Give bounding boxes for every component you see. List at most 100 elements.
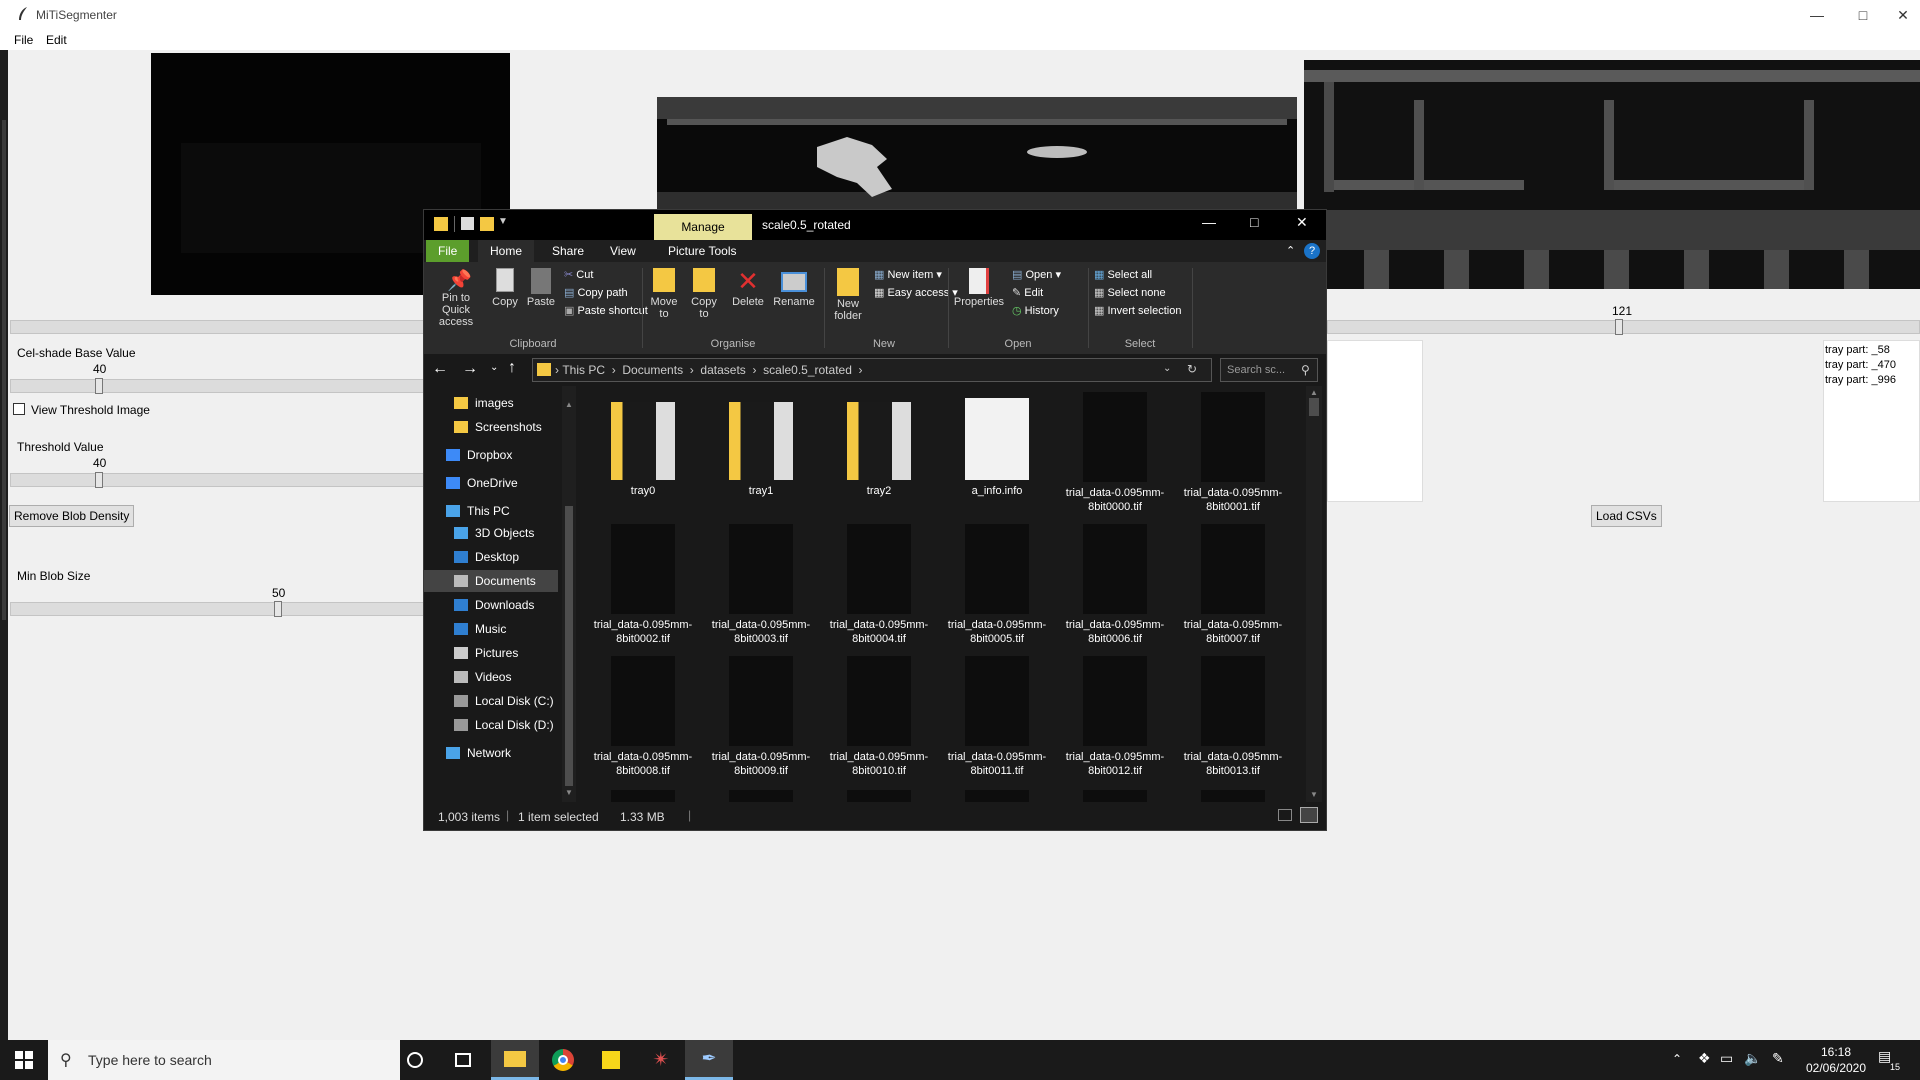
file-item[interactable]: trial_data-0.095mm-8bit0008.tif [584, 652, 702, 784]
details-view-icon[interactable] [1278, 809, 1292, 821]
sidebar-item-pictures[interactable]: Pictures [424, 642, 558, 664]
maximize-button[interactable]: □ [1840, 0, 1886, 30]
start-button[interactable] [0, 1040, 48, 1080]
cel-shade-slider-thumb[interactable] [95, 378, 103, 394]
manage-tab[interactable]: Manage [654, 214, 752, 240]
sidebar-item-music[interactable]: Music [424, 618, 558, 640]
easy-access-button[interactable]: ▦ Easy access ▾ [874, 286, 958, 299]
tab-file[interactable]: File [426, 240, 470, 262]
move-to-button[interactable]: Move to [646, 268, 682, 320]
load-csvs-button[interactable]: Load CSVs [1591, 505, 1662, 527]
content-scroll-thumb[interactable] [1309, 398, 1319, 416]
cortana-button[interactable] [391, 1040, 439, 1080]
breadcrumb-item[interactable]: Documents [622, 363, 683, 377]
file-item[interactable]: trial_data-0.095mm-8bit0012.tif [1056, 652, 1174, 784]
paste-button[interactable]: Paste [524, 268, 558, 308]
help-icon[interactable]: ? [1304, 243, 1320, 259]
sidebar-item-documents[interactable]: Documents [424, 570, 558, 592]
address-dropdown-icon[interactable]: ⌄ [1163, 363, 1171, 374]
close-button[interactable]: ✕ [1886, 0, 1920, 30]
file-explorer-taskbar-button[interactable] [491, 1040, 539, 1080]
copy-button[interactable]: Copy [490, 268, 520, 308]
minimize-button[interactable]: — [1794, 0, 1840, 30]
up-icon[interactable]: ↑ [508, 359, 516, 377]
address-bar[interactable]: › This PC › Documents › datasets › scale… [532, 358, 1212, 382]
file-item[interactable]: trial_data-0.095mm-8bit0011.tif [938, 652, 1056, 784]
slice-slider-left[interactable] [10, 320, 430, 334]
menu-edit[interactable]: Edit [46, 33, 67, 47]
file-item[interactable]: trial_data-0.095mm-8bit0000.tif [1056, 388, 1174, 520]
file-item[interactable]: trial_data-0.095mm-8bit0005.tif [938, 520, 1056, 652]
sidebar-item-desktop[interactable]: Desktop [424, 546, 558, 568]
list-item[interactable]: tray part: _470 [1825, 358, 1919, 373]
sidebar-item-this-pc[interactable]: This PC [424, 500, 558, 522]
taskbar-search[interactable]: ⚲ Type here to search [48, 1040, 400, 1080]
network-icon[interactable]: ▭ [1720, 1050, 1733, 1067]
properties-button[interactable]: Properties [952, 268, 1006, 308]
volume-icon[interactable]: 🔈 [1744, 1050, 1761, 1067]
clock[interactable]: 16:18 02/06/2020 [1800, 1044, 1872, 1076]
scroll-up-icon[interactable]: ▲ [1310, 388, 1318, 397]
sidebar-item-images[interactable]: images [424, 392, 558, 414]
cut-button[interactable]: ✂ Cut [564, 268, 593, 281]
refresh-icon[interactable]: ↻ [1187, 362, 1197, 376]
tab-share[interactable]: Share [540, 240, 596, 262]
invert-selection-button[interactable]: ▦ Invert selection [1094, 304, 1181, 317]
breadcrumb-item[interactable]: scale0.5_rotated [763, 363, 852, 377]
min-blob-slider[interactable] [10, 601, 430, 617]
task-view-button[interactable] [439, 1040, 487, 1080]
scroll-up-icon[interactable]: ▲ [565, 400, 573, 409]
folder-item[interactable]: tray2 [820, 388, 938, 520]
nav-scroll-thumb[interactable] [565, 506, 573, 786]
edit-button[interactable]: ✎ Edit [1012, 286, 1043, 299]
new-folder-button[interactable]: New folder [828, 268, 868, 322]
file-item[interactable]: trial_data-0.095mm-8bit0010.tif [820, 652, 938, 784]
search-input[interactable]: Search sc... ⚲ [1220, 358, 1318, 382]
delete-button[interactable]: ✕ Delete [728, 268, 768, 308]
nav-scrollbar[interactable]: ▲ ▼ [562, 386, 576, 802]
file-item[interactable]: trial_data-0.095mm-8bit0013.tif [1174, 652, 1292, 784]
pen-icon[interactable]: ✎ [1772, 1050, 1784, 1067]
slice-slider-thumb[interactable] [1615, 319, 1623, 335]
sidebar-item-network[interactable]: Network [424, 742, 558, 764]
view-threshold-checkbox[interactable] [13, 403, 25, 415]
file-item[interactable]: trial_data-0.095mm-8bit0006.tif [1056, 520, 1174, 652]
new-folder-quick-icon[interactable] [480, 217, 494, 231]
copy-to-button[interactable]: Copy to [686, 268, 722, 320]
select-none-button[interactable]: ▦ Select none [1094, 286, 1166, 299]
open-button[interactable]: ▤ Open ▾ [1012, 268, 1061, 281]
file-item[interactable]: trial_data-0.095mm-8bit0009.tif [702, 652, 820, 784]
sidebar-item-videos[interactable]: Videos [424, 666, 558, 688]
scroll-down-icon[interactable]: ▼ [565, 788, 573, 797]
large-icons-view-icon[interactable] [1300, 807, 1318, 823]
recent-locations-icon[interactable]: ⌄ [490, 362, 498, 373]
file-item[interactable]: trial_data-0.095mm-8bit0002.tif [584, 520, 702, 652]
file-item[interactable]: a_info.info [938, 388, 1056, 520]
tab-home[interactable]: Home [478, 240, 535, 262]
cel-shade-slider[interactable] [10, 378, 430, 394]
min-blob-slider-thumb[interactable] [274, 601, 282, 617]
forward-icon[interactable]: → [462, 360, 478, 378]
breadcrumb-item[interactable]: This PC [562, 363, 605, 377]
explorer-maximize-button[interactable]: □ [1250, 214, 1258, 230]
history-button[interactable]: ◷ History [1012, 304, 1059, 317]
sidebar-item-onedrive[interactable]: OneDrive [424, 472, 558, 494]
list-item[interactable]: tray part: _996 [1825, 373, 1919, 388]
threshold-slider-thumb[interactable] [95, 472, 103, 488]
dropbox-icon[interactable]: ❖ [1698, 1050, 1711, 1067]
collapse-ribbon-icon[interactable]: ⌃ [1286, 244, 1295, 257]
chrome-taskbar-button[interactable] [539, 1040, 587, 1080]
file-item[interactable]: trial_data-0.095mm-8bit0003.tif [702, 520, 820, 652]
sidebar-item-downloads[interactable]: Downloads [424, 594, 558, 616]
tray-parts-list[interactable]: tray part: _58 tray part: _470 tray part… [1823, 340, 1920, 502]
folder-item[interactable]: tray0 [584, 388, 702, 520]
file-item[interactable]: trial_data-0.095mm-8bit0001.tif [1174, 388, 1292, 520]
select-all-button[interactable]: ▦ Select all [1094, 268, 1152, 281]
explorer-minimize-button[interactable]: — [1202, 214, 1216, 230]
app-taskbar-button[interactable]: ✴ [637, 1040, 685, 1080]
paste-shortcut-button[interactable]: ▣ Paste shortcut [564, 304, 648, 317]
pin-quick-access-button[interactable]: 📌 Pin to Quick access [430, 268, 482, 328]
content-scrollbar[interactable]: ▲ ▼ [1306, 386, 1322, 802]
sidebar-item-3d-objects[interactable]: 3D Objects [424, 522, 558, 544]
back-icon[interactable]: ← [432, 360, 448, 378]
